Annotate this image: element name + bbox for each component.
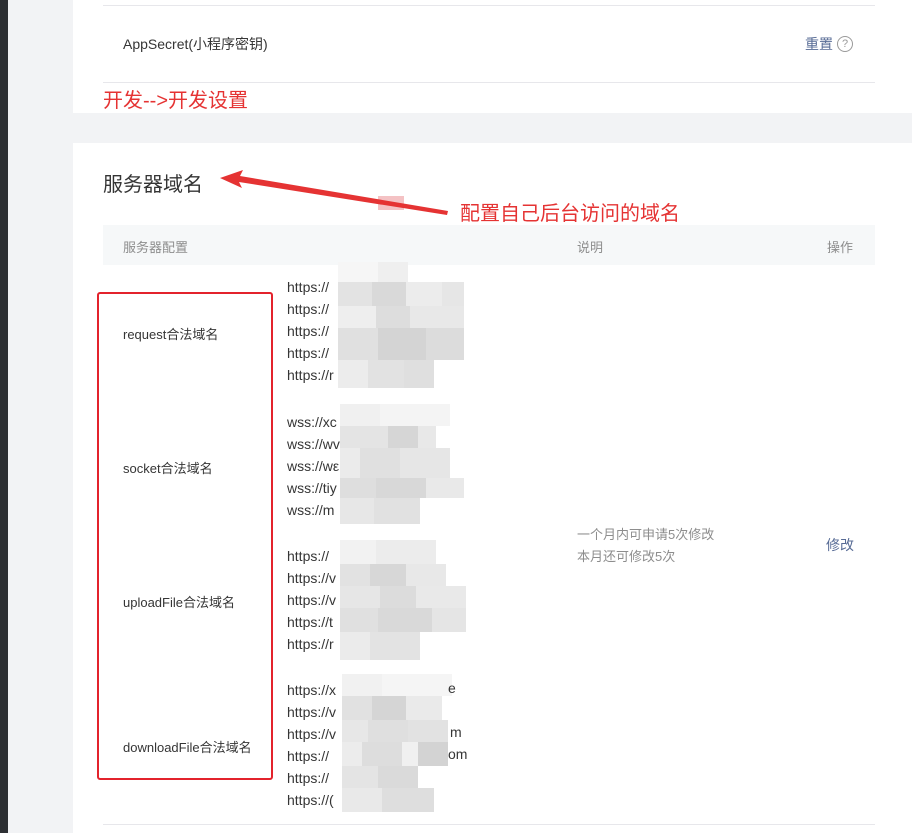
uploadfile-url-list: https:// https://v https://v https://t h… bbox=[287, 545, 336, 655]
modify-description: 一个月内可申请5次修改 本月还可修改5次 bbox=[577, 524, 714, 568]
url-item: https://t bbox=[287, 614, 333, 630]
description-line: 一个月内可申请5次修改 bbox=[577, 527, 715, 542]
url-item: https:// bbox=[287, 748, 330, 764]
request-url-list: https:// https:// https:// https:// http… bbox=[287, 276, 334, 386]
annotation-smudge bbox=[378, 196, 404, 210]
url-item: https://x bbox=[287, 682, 337, 698]
header-config: 服务器配置 bbox=[123, 240, 189, 255]
url-item: https:// bbox=[287, 279, 330, 295]
url-item: wss://tiy bbox=[287, 480, 337, 496]
section-title: 服务器域名 bbox=[103, 174, 203, 196]
url-item: https:// bbox=[287, 548, 330, 564]
url-item: wss://wε bbox=[287, 458, 340, 474]
url-item: https://r bbox=[287, 636, 334, 652]
url-item: https://v bbox=[287, 570, 337, 586]
url-item: https:// bbox=[287, 323, 330, 339]
header-description: 说明 bbox=[577, 240, 604, 255]
modify-link[interactable]: 修改 bbox=[826, 535, 854, 555]
url-item: https://v bbox=[287, 726, 337, 742]
url-item: https:// bbox=[287, 770, 330, 786]
url-item: https:// bbox=[287, 301, 330, 317]
divider bbox=[103, 824, 875, 825]
table-header: 服务器配置 说明 操作 bbox=[103, 225, 875, 265]
url-item: https://( bbox=[287, 792, 334, 808]
reset-link[interactable]: 重置 bbox=[805, 34, 833, 54]
url-tail: e bbox=[448, 680, 456, 696]
header-action: 操作 bbox=[827, 240, 854, 255]
url-item: https://r bbox=[287, 367, 334, 383]
annotation-highlight-box bbox=[97, 292, 273, 780]
downloadfile-url-list: https://x https://v https://v https:// h… bbox=[287, 679, 336, 811]
description-line: 本月还可修改5次 bbox=[577, 549, 676, 564]
url-item: wss://m bbox=[287, 502, 335, 518]
url-item: https://v bbox=[287, 704, 337, 720]
help-icon[interactable]: ? bbox=[837, 36, 853, 52]
appsecret-label: AppSecret(小程序密钥) bbox=[123, 36, 268, 52]
url-item: wss://xc bbox=[287, 414, 337, 430]
divider bbox=[103, 82, 875, 83]
sidebar-edge bbox=[0, 0, 8, 833]
url-tail: m bbox=[450, 724, 462, 740]
url-item: https://v bbox=[287, 592, 337, 608]
reset-control: 重置 ? bbox=[805, 34, 853, 54]
socket-url-list: wss://xc wss://wv wss://wε wss://tiy wss… bbox=[287, 411, 340, 521]
url-tail: om bbox=[448, 746, 468, 762]
annotation-domain-hint: 配置自己后台访问的域名 bbox=[460, 203, 680, 225]
divider bbox=[103, 5, 875, 6]
url-item: wss://wv bbox=[287, 436, 340, 452]
url-item: https:// bbox=[287, 345, 330, 361]
annotation-dev-settings: 开发-->开发设置 bbox=[103, 90, 248, 112]
